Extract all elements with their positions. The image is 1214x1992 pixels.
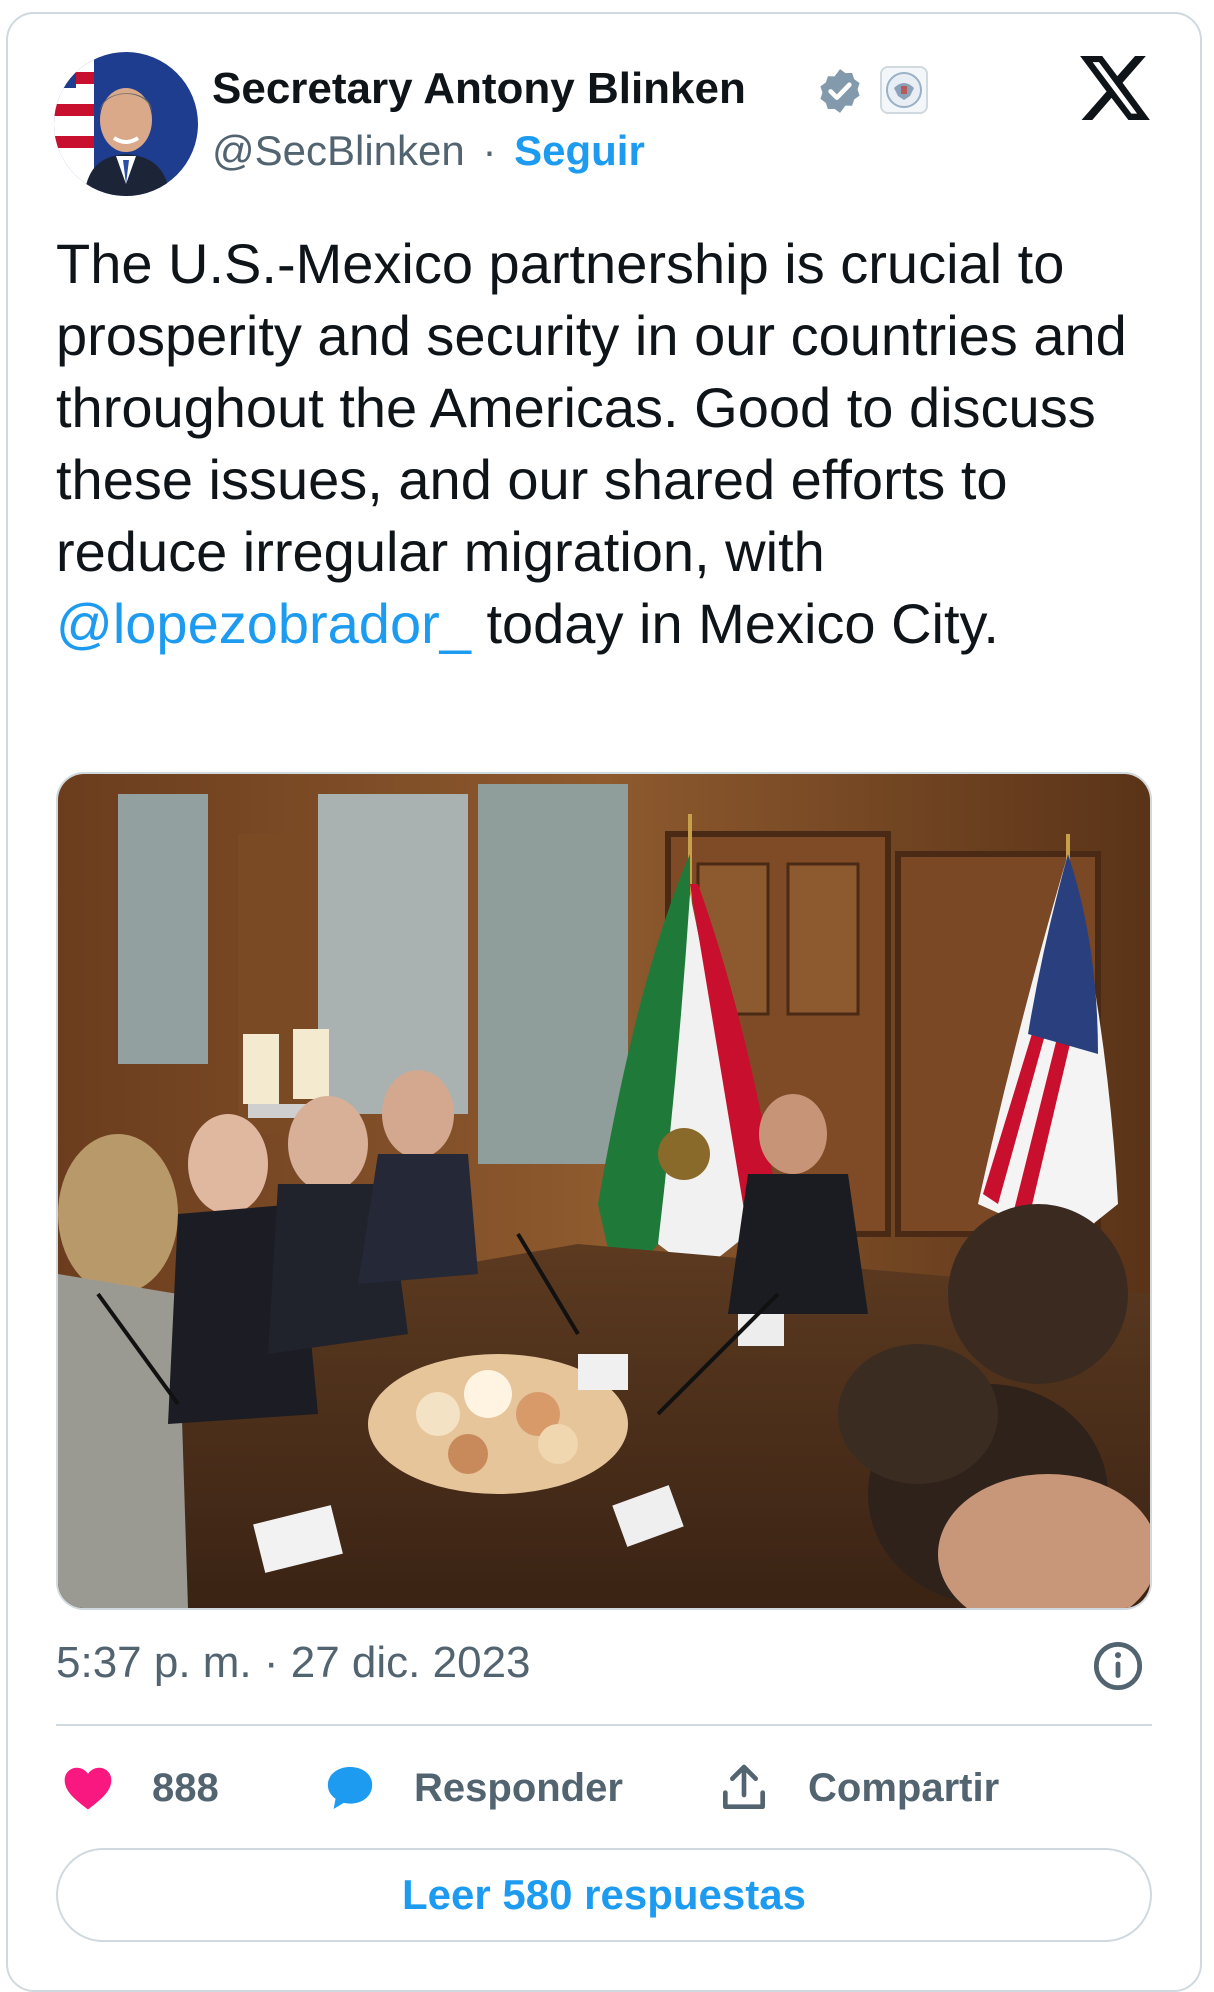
author-handle-row: @SecBlinken · Seguir [212,127,645,175]
reply-label: Responder [414,1765,623,1810]
info-icon[interactable] [1092,1640,1144,1692]
author-avatar[interactable] [54,52,198,196]
share-upload-icon [723,1764,765,1809]
mention-link[interactable]: @lopezobrador_ [56,592,471,655]
share-label: Compartir [808,1765,1000,1810]
like-count: 888 [152,1765,219,1810]
tweet-text: The U.S.-Mexico partnership is crucial t… [56,228,1166,660]
share-button[interactable]: Compartir [716,1758,999,1818]
x-logo-icon[interactable] [1080,56,1150,120]
heart-icon [64,1767,112,1810]
speech-bubble-icon [327,1767,373,1809]
verified-badge-icon [820,69,860,113]
author-name[interactable]: Secretary Antony Blinken [212,64,746,114]
author-handle[interactable]: @SecBlinken [212,127,465,174]
reply-button[interactable]: Responder [322,1758,623,1818]
separator-dot: · [482,127,497,174]
read-replies-button[interactable]: Leer 580 respuestas [56,1848,1152,1942]
divider [56,1724,1152,1726]
tweet-timestamp[interactable]: 5:37 p. m. · 27 dic. 2023 [56,1638,531,1688]
tweet-text-part: today in Mexico City. [470,592,999,655]
read-replies-label: Leer 580 respuestas [402,1871,806,1918]
tweet-text-part: The U.S.-Mexico partnership is crucial t… [56,232,1127,583]
follow-button[interactable]: Seguir [514,127,645,174]
tweet-photo[interactable] [56,772,1152,1610]
like-button[interactable]: 888 [60,1758,219,1818]
state-department-seal-icon[interactable] [880,66,928,114]
